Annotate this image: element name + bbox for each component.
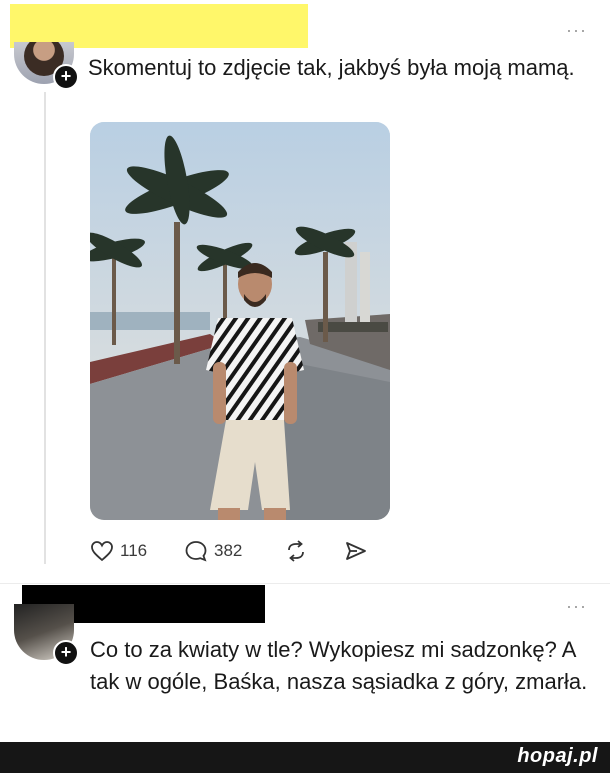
more-options-icon[interactable]: ··· (566, 596, 587, 617)
thread-line (44, 92, 46, 564)
post-photo[interactable] (90, 122, 390, 520)
comment-count: 382 (214, 541, 243, 560)
divider (0, 583, 610, 584)
like-button[interactable]: 116 (90, 540, 147, 562)
repost-button[interactable] (284, 540, 308, 562)
share-button[interactable] (344, 540, 368, 562)
watermark-bar: hopaj.pl (0, 742, 610, 773)
speech-bubble-icon (185, 541, 207, 562)
photo-illustration (90, 122, 390, 520)
comment-button[interactable]: 382 (184, 540, 242, 562)
heart-icon (91, 541, 113, 562)
reply-text: Co to za kwiaty w tle? Wykopiesz mi sadz… (90, 637, 588, 694)
site-logo: hopaj.pl (517, 745, 598, 767)
repost-arrows-icon (288, 540, 304, 562)
follow-plus-icon[interactable]: + (53, 640, 79, 666)
like-count: 116 (120, 541, 148, 560)
post-text: Skomentuj to zdjęcie tak, jakbyś była mo… (88, 55, 575, 80)
send-arrow-icon (346, 542, 366, 560)
more-options-icon[interactable]: ··· (566, 20, 587, 41)
follow-plus-icon[interactable]: + (53, 64, 79, 90)
